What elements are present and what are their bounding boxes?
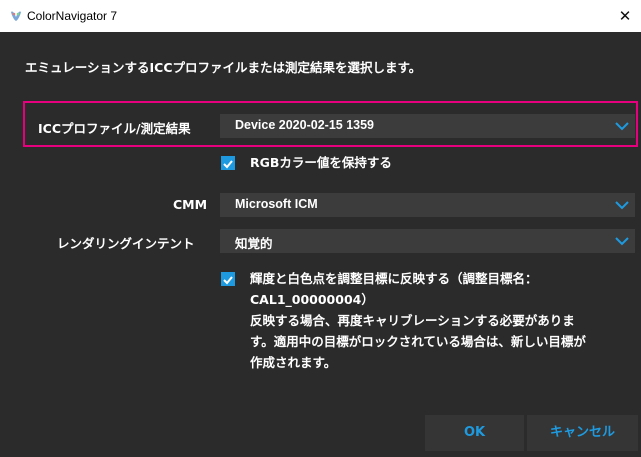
reflect-note-line3: 作成されます。 [250, 355, 337, 370]
intent-label: レンダリングインテント [57, 236, 195, 251]
title-bar: ColorNavigator 7 ✕ [0, 0, 641, 32]
cancel-button[interactable]: キャンセル [527, 415, 638, 451]
reflect-note-line2: す。適用中の目標がロックされている場合は、新しい目標が [250, 334, 586, 349]
instruction-text: エミュレーションするICCプロファイルまたは測定結果を選択します。 [25, 60, 422, 75]
checkmark-icon [223, 160, 233, 169]
profile-select-value: Device 2020-02-15 1359 [235, 118, 375, 132]
colornavigator-icon [11, 11, 21, 21]
cmm-select-value: Microsoft ICM [235, 197, 318, 211]
ok-button[interactable]: OK [425, 415, 524, 451]
intent-select[interactable]: 知覚的 [220, 229, 635, 253]
reflect-target-label-line2: CAL1_00000004） [250, 292, 374, 307]
profile-label: ICCプロファイル/測定結果 [38, 121, 191, 136]
reflect-target-label-line1: 輝度と白色点を調整目標に反映する（調整目標名： [250, 271, 538, 286]
cmm-select[interactable]: Microsoft ICM [220, 193, 635, 217]
keep-rgb-label: RGBカラー値を保持する [250, 155, 392, 170]
chevron-down-icon [615, 237, 629, 246]
cmm-label: CMM [173, 197, 208, 212]
reflect-target-checkbox[interactable] [221, 272, 235, 286]
window-title: ColorNavigator 7 [27, 9, 118, 23]
close-icon[interactable]: ✕ [613, 4, 637, 28]
checkmark-icon [223, 276, 233, 285]
chevron-down-icon [615, 122, 629, 131]
reflect-target-label: 輝度と白色点を調整目標に反映する（調整目標名： CAL1_00000004） 反… [250, 268, 586, 373]
chevron-down-icon [615, 201, 629, 210]
intent-select-value: 知覚的 [235, 237, 273, 251]
reflect-note-line1: 反映する場合、再度キャリブレーションする必要がありま [250, 313, 575, 328]
profile-select[interactable]: Device 2020-02-15 1359 [220, 114, 635, 138]
keep-rgb-checkbox[interactable] [221, 156, 235, 170]
